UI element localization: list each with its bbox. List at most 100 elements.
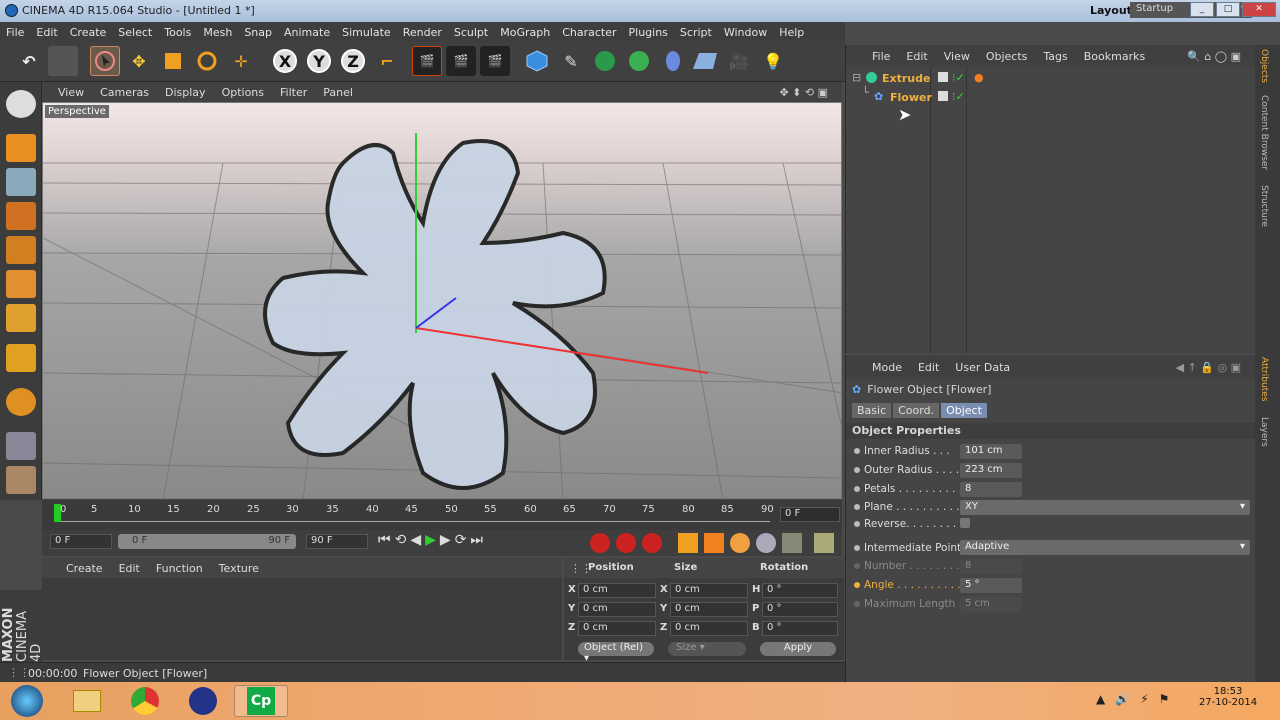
chrome-icon[interactable]: [118, 685, 172, 717]
deformer-icon[interactable]: [658, 46, 688, 76]
z-axis-lock-button[interactable]: Z: [338, 46, 368, 76]
intermediate-points-dropdown[interactable]: Adaptive ▾: [960, 540, 1250, 555]
frame-range-slider[interactable]: 0 F 90 F: [118, 534, 296, 549]
attr-nav-icons[interactable]: ◀ ↑ 🔒 ◎ ▣: [1168, 361, 1249, 374]
menu-snap[interactable]: Snap: [238, 26, 278, 39]
cinema4d-taskbar-icon[interactable]: [176, 685, 230, 717]
x-axis-lock-button[interactable]: X: [270, 46, 300, 76]
go-to-start-icon[interactable]: ⏮: [378, 532, 391, 548]
light-icon[interactable]: 💡: [758, 46, 788, 76]
menu-sculpt[interactable]: Sculpt: [448, 26, 494, 39]
floor-icon[interactable]: [690, 46, 720, 76]
action-center-icon[interactable]: ⚑: [1159, 692, 1170, 706]
axis-mode-icon[interactable]: [6, 344, 36, 372]
reverse-checkbox[interactable]: [960, 518, 970, 528]
angle-field[interactable]: 5 °: [960, 578, 1022, 593]
menu-help[interactable]: Help: [773, 26, 810, 39]
close-button[interactable]: ✕: [1242, 2, 1276, 17]
material-menu-texture[interactable]: Texture: [211, 562, 267, 575]
rot-h-field[interactable]: 0 °: [762, 583, 838, 598]
taskbar-clock[interactable]: 18:53 27-10-2014: [1198, 686, 1258, 708]
points-mode-icon[interactable]: [6, 236, 36, 264]
menu-animate[interactable]: Animate: [278, 26, 336, 39]
workplane-icon[interactable]: [6, 202, 36, 230]
prev-key-icon[interactable]: ⟲: [395, 532, 407, 548]
captivate-taskbar-icon[interactable]: Cp: [234, 685, 288, 717]
object-row-flower[interactable]: └ ✿ Flower ⁝✓: [852, 86, 1252, 108]
side-tab-structure[interactable]: Structure: [1259, 185, 1269, 227]
obj-menu-view[interactable]: View: [936, 50, 978, 63]
perspective-viewport[interactable]: Perspective: [42, 102, 842, 499]
attr-menu-user-data[interactable]: User Data: [947, 361, 1018, 374]
obj-menu-edit[interactable]: Edit: [898, 50, 935, 63]
rot-p-field[interactable]: 0 °: [762, 602, 838, 617]
size-z-field[interactable]: 0 cm: [670, 621, 748, 636]
windows-start-button[interactable]: [0, 685, 54, 717]
rotate-icon[interactable]: [192, 46, 222, 76]
object-row-extrude[interactable]: ⊟ Extrude ⁝✓ ●: [852, 71, 1252, 89]
make-editable-icon[interactable]: [6, 90, 36, 118]
menu-simulate[interactable]: Simulate: [336, 26, 397, 39]
current-frame-field[interactable]: 0 F: [780, 507, 840, 522]
pos-y-field[interactable]: 0 cm: [578, 602, 656, 617]
undo-icon[interactable]: ↶: [14, 46, 44, 76]
side-tab-attributes[interactable]: Attributes: [1259, 357, 1269, 401]
side-tab-objects[interactable]: Objects: [1259, 49, 1269, 83]
rot-b-field[interactable]: 0 °: [762, 621, 838, 636]
coord-mode-dropdown[interactable]: Object (Rel) ▾: [578, 642, 654, 664]
network-icon[interactable]: ⚡: [1140, 692, 1148, 706]
side-tab-content-browser[interactable]: Content Browser: [1259, 95, 1269, 170]
render-view-icon[interactable]: 🎬: [412, 46, 442, 76]
attr-menu-mode[interactable]: Mode: [864, 361, 910, 374]
viewport-menu-view[interactable]: View: [50, 86, 92, 99]
grid-icon[interactable]: [6, 466, 36, 494]
viewport-menu-options[interactable]: Options: [214, 86, 272, 99]
apply-button[interactable]: Apply: [760, 642, 836, 656]
menu-character[interactable]: Character: [556, 26, 622, 39]
minimize-button[interactable]: _: [1190, 2, 1214, 17]
material-menu-edit[interactable]: Edit: [111, 562, 148, 575]
move-icon[interactable]: ✥: [124, 46, 154, 76]
menu-select[interactable]: Select: [112, 26, 158, 39]
enabled-check-icon[interactable]: ⁝✓: [952, 90, 965, 103]
scale-icon[interactable]: [158, 46, 188, 76]
go-to-end-icon[interactable]: ⏭: [470, 532, 483, 548]
inner-radius-field[interactable]: 101 cm: [960, 444, 1022, 459]
menu-script[interactable]: Script: [674, 26, 718, 39]
volume-icon[interactable]: 🔊: [1115, 692, 1130, 706]
key-position-icon[interactable]: [678, 533, 698, 553]
material-menu-function[interactable]: Function: [148, 562, 211, 575]
menu-tools[interactable]: Tools: [158, 26, 197, 39]
file-explorer-icon[interactable]: [60, 685, 114, 717]
outer-radius-field[interactable]: 223 cm: [960, 463, 1022, 478]
obj-menu-objects[interactable]: Objects: [978, 50, 1036, 63]
maximize-button[interactable]: □: [1216, 2, 1240, 17]
cube-icon[interactable]: [522, 46, 552, 76]
camera-icon[interactable]: 🎥: [724, 46, 754, 76]
tag-icon[interactable]: ●: [974, 71, 984, 84]
render-settings-icon[interactable]: 🎬: [480, 46, 510, 76]
visibility-icon[interactable]: [938, 91, 948, 101]
plane-dropdown[interactable]: XY ▾: [960, 500, 1250, 515]
size-mode-dropdown[interactable]: Size ▾: [668, 642, 746, 656]
pen-spline-icon[interactable]: ✎: [556, 46, 586, 76]
side-tab-layers[interactable]: Layers: [1259, 417, 1269, 447]
edges-mode-icon[interactable]: [6, 270, 36, 298]
end-frame-field[interactable]: 90 F: [306, 534, 368, 549]
redo-icon[interactable]: [48, 46, 78, 76]
obj-menu-file[interactable]: File: [864, 50, 898, 63]
size-x-field[interactable]: 0 cm: [670, 583, 748, 598]
pos-z-field[interactable]: 0 cm: [578, 621, 656, 636]
live-selection-icon[interactable]: [90, 46, 120, 76]
petals-field[interactable]: 8: [960, 482, 1022, 497]
menu-plugins[interactable]: Plugins: [623, 26, 674, 39]
viewport-menu-panel[interactable]: Panel: [315, 86, 361, 99]
collapse-icon[interactable]: ⊟: [852, 71, 861, 84]
play-icon[interactable]: ▶: [425, 532, 436, 548]
snap-grid-icon[interactable]: [6, 432, 36, 460]
viewport-menu-filter[interactable]: Filter: [272, 86, 315, 99]
menu-mograph[interactable]: MoGraph: [494, 26, 556, 39]
obj-search-icon[interactable]: 🔍 ⌂ ◯ ▣: [1179, 50, 1249, 63]
obj-menu-tags[interactable]: Tags: [1035, 50, 1075, 63]
auto-key-icon[interactable]: [616, 533, 636, 553]
